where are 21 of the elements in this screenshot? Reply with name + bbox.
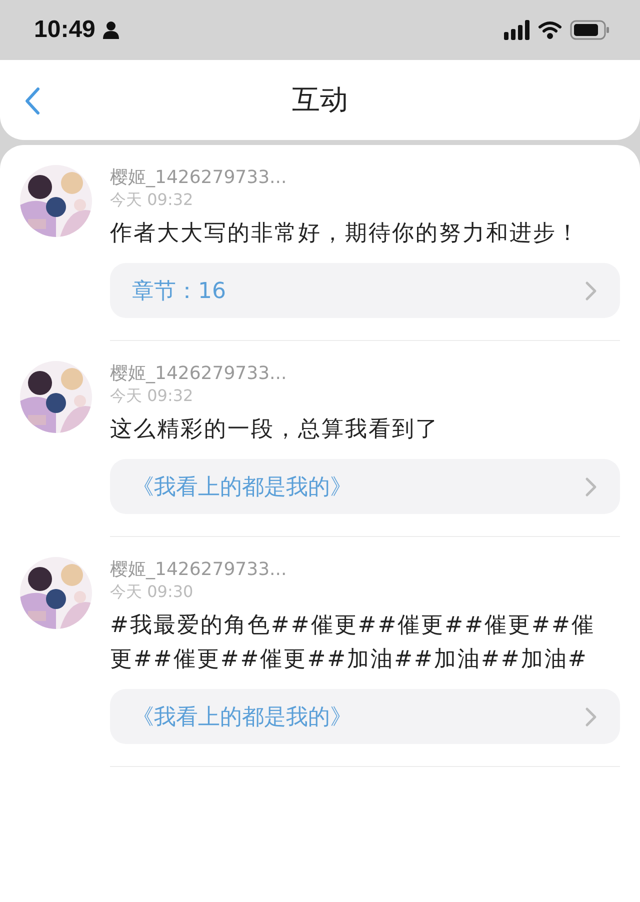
- source-link[interactable]: 《我看上的都是我的》: [110, 689, 620, 744]
- chevron-right-icon: [584, 280, 598, 302]
- comment-time: 今天 09:32: [110, 189, 194, 211]
- user-name: 樱姬_1426279733...: [110, 363, 288, 385]
- comment-time: 今天 09:32: [110, 385, 194, 407]
- status-time: 10:49: [34, 16, 96, 44]
- battery-icon: [570, 20, 610, 40]
- source-link[interactable]: 《我看上的都是我的》: [110, 459, 620, 514]
- person-icon: [103, 21, 120, 39]
- comment-time: 今天 09:30: [110, 581, 194, 603]
- comment-text: 作者大大写的非常好，期待你的努力和进步！: [110, 220, 581, 248]
- wifi-icon: [538, 21, 562, 39]
- comment-text: #我最爱的角色##催更##催更##催更##催更##催更##催更##加油##加油##加油#: [110, 612, 596, 674]
- comment-text: 这么精彩的一段，总算我看到了: [110, 416, 440, 444]
- page-title: 互动: [292, 82, 348, 118]
- user-name: 樱姬_1426279733...: [110, 167, 288, 189]
- chevron-right-icon: [584, 706, 598, 728]
- source-link[interactable]: 章节：16: [110, 263, 620, 318]
- user-name: 樱姬_1426279733...: [110, 559, 288, 581]
- chevron-right-icon: [584, 476, 598, 498]
- signal-icon: [504, 20, 530, 40]
